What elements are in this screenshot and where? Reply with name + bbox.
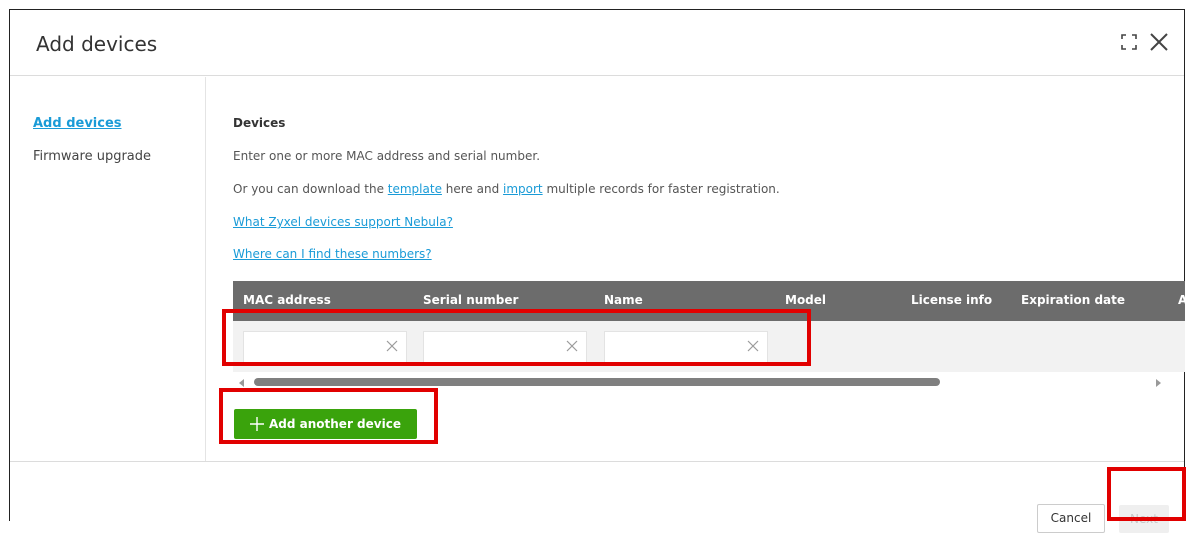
supported-devices-link[interactable]: What Zyxel devices support Nebula? [233,215,453,229]
clear-icon[interactable] [566,340,578,352]
mac-address-field [243,331,407,363]
plus-icon [250,417,264,431]
table-row [233,321,1185,372]
device-name-field [604,331,768,363]
dialog-title: Add devices [36,32,158,56]
column-header-license: License info [911,293,993,307]
add-devices-dialog: Add devices Add devices Firmware upgrade… [9,9,1185,533]
dialog-header: Add devices [10,10,1184,76]
column-header-name: Name [604,293,643,307]
column-header-extra: A [1178,293,1185,307]
dialog-footer: Cancel Next [10,461,1184,533]
devices-table: MAC address Serial number Name Model Lic… [233,281,1185,376]
column-header-expiration: Expiration date [1021,293,1126,307]
close-icon[interactable] [1148,31,1170,53]
next-button[interactable]: Next [1119,505,1169,533]
device-name-input[interactable] [605,332,745,362]
add-another-device-label: Add another device [269,417,401,431]
sidebar: Add devices Firmware upgrade [10,77,206,461]
download-suffix: multiple records for faster registration… [542,182,780,196]
scroll-thumb[interactable] [254,378,940,386]
import-link[interactable]: import [503,182,543,196]
find-numbers-link[interactable]: Where can I find these numbers? [233,247,432,261]
download-instructions: Or you can download the template here an… [233,182,780,196]
column-header-model: Model [785,293,827,307]
maximize-icon[interactable] [1121,34,1137,50]
section-title: Devices [233,116,286,130]
scroll-right-arrow-icon[interactable] [1156,379,1161,387]
horizontal-scrollbar[interactable] [233,376,1185,390]
sidebar-item-add-devices[interactable]: Add devices [33,116,122,131]
table-header: MAC address Serial number Name Model Lic… [233,281,1185,321]
scroll-left-arrow-icon[interactable] [239,379,244,387]
clear-icon[interactable] [747,340,759,352]
column-header-serial: Serial number [423,293,519,307]
serial-number-field [423,331,587,363]
main-panel: Devices Enter one or more MAC address an… [207,77,1185,461]
sidebar-item-firmware-upgrade[interactable]: Firmware upgrade [33,149,151,164]
mac-address-input[interactable] [244,332,384,362]
serial-number-input[interactable] [424,332,564,362]
instruction-text: Enter one or more MAC address and serial… [233,149,541,163]
cancel-button[interactable]: Cancel [1037,504,1105,533]
clear-icon[interactable] [386,340,398,352]
download-prefix: Or you can download the [233,182,388,196]
add-another-device-button[interactable]: Add another device [234,409,417,439]
template-link[interactable]: template [388,182,442,196]
download-middle: here and [441,182,504,196]
column-header-mac: MAC address [243,293,331,307]
